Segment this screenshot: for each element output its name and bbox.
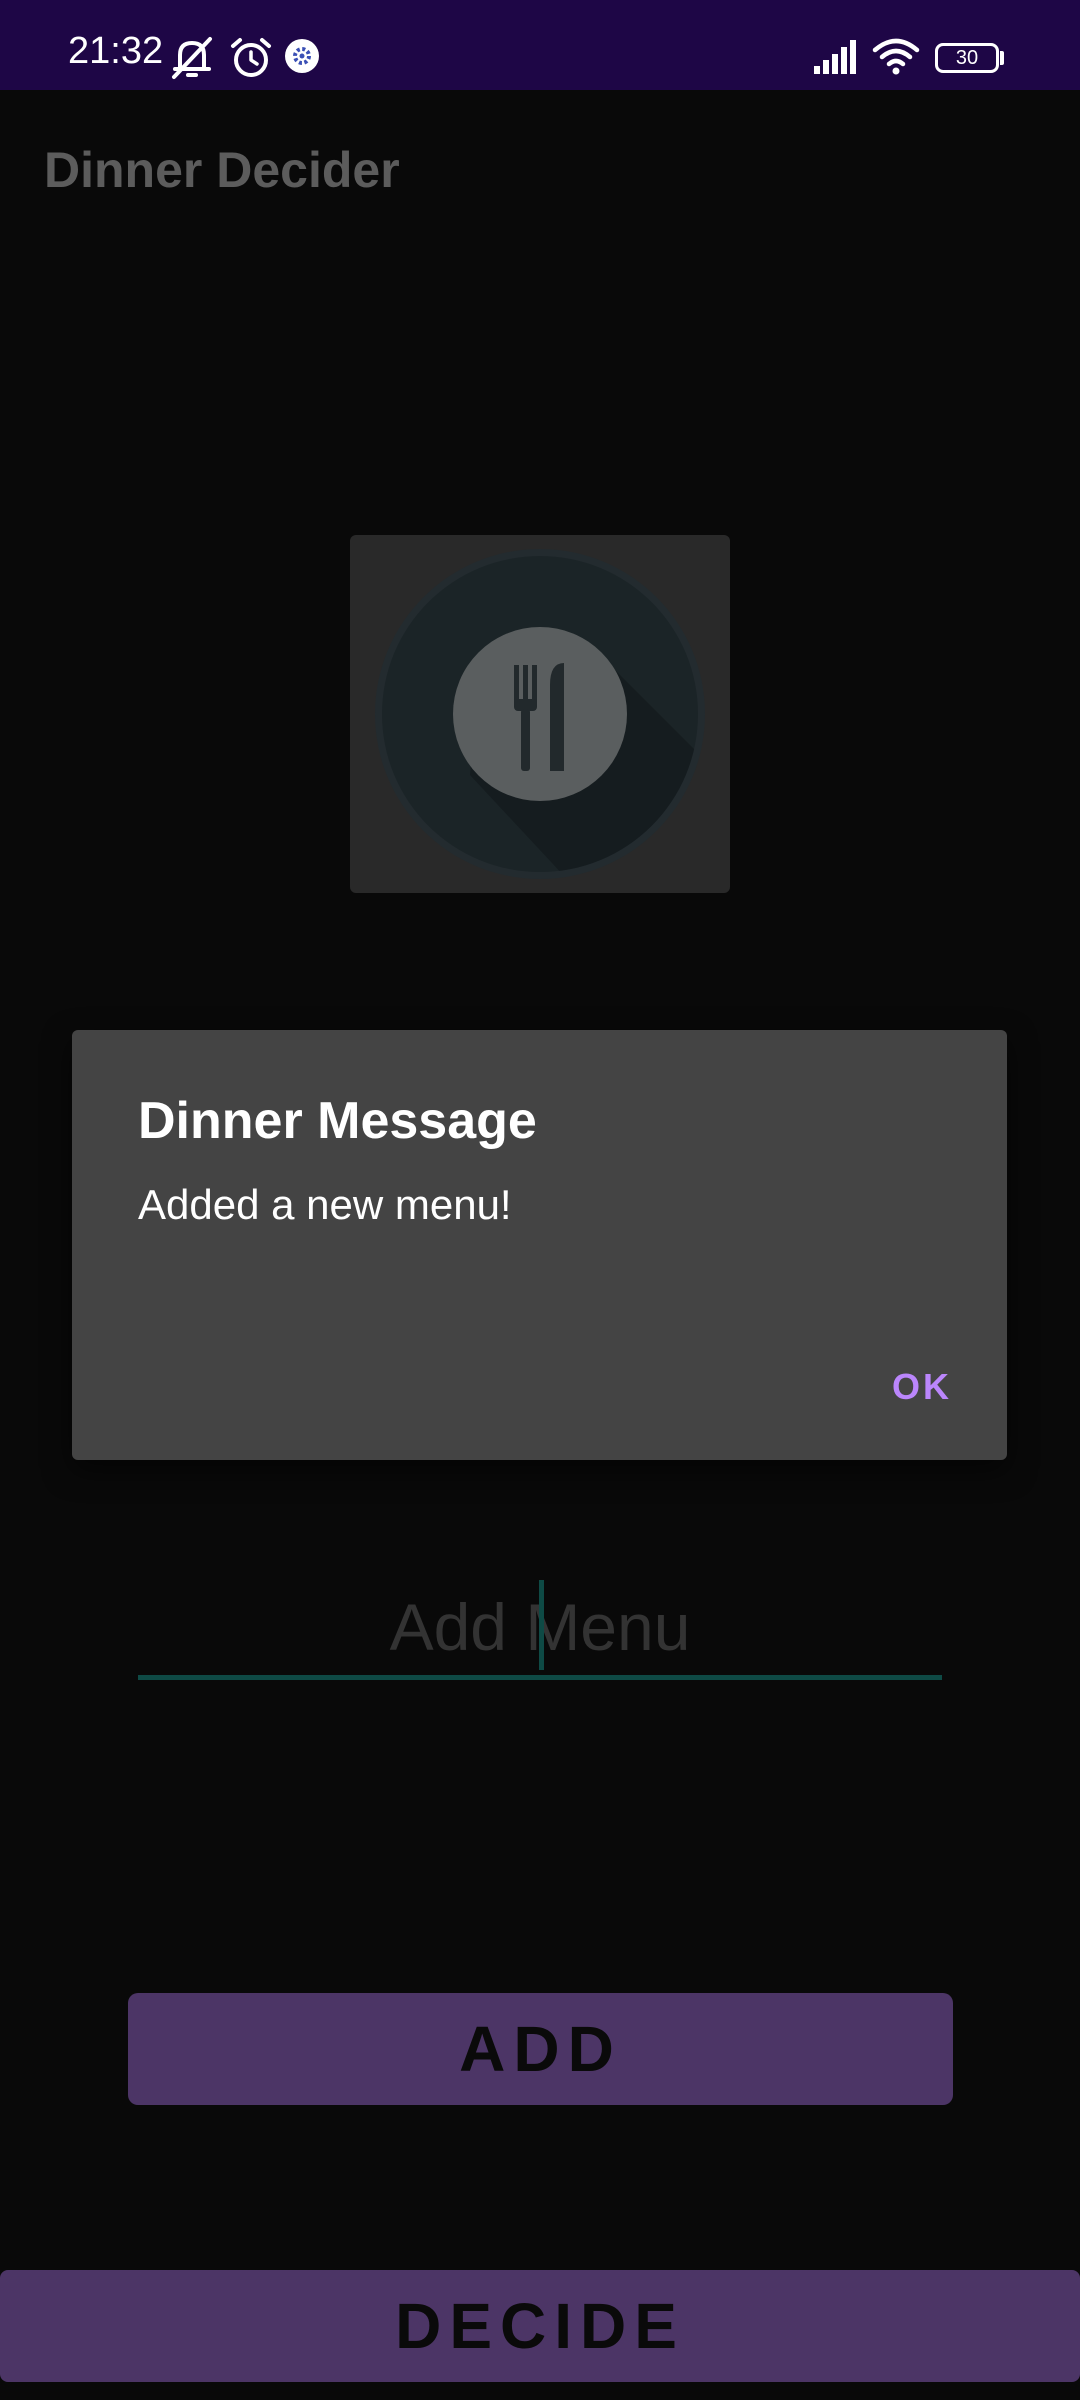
text-cursor (539, 1580, 544, 1670)
dinner-logo (350, 535, 730, 893)
fork-knife-plate-icon (375, 549, 705, 879)
dialog-ok-button[interactable]: OK (892, 1365, 952, 1408)
app-title: Dinner Decider (44, 142, 400, 198)
status-time: 21:32 (68, 30, 164, 72)
dinner-message-dialog: Dinner Message Added a new menu! OK (72, 1030, 1007, 1460)
status-bar: 21:32 30 (0, 0, 1080, 90)
alarm-icon (228, 35, 274, 81)
signal-icon (812, 38, 862, 76)
notifications-muted-icon (168, 35, 216, 81)
add-button[interactable]: ADD (128, 1993, 953, 2105)
screen: 21:32 30 Dinner Decider Add Menu ADD DEC… (0, 0, 1080, 2400)
decide-button[interactable]: DECIDE (0, 2270, 1080, 2382)
dialog-message: Added a new menu! (138, 1181, 512, 1228)
battery-indicator: 30 (935, 43, 999, 73)
battery-cap (1000, 51, 1004, 65)
gear-app-icon (282, 35, 322, 75)
dialog-title: Dinner Message (138, 1092, 537, 1150)
wifi-icon (872, 36, 920, 76)
